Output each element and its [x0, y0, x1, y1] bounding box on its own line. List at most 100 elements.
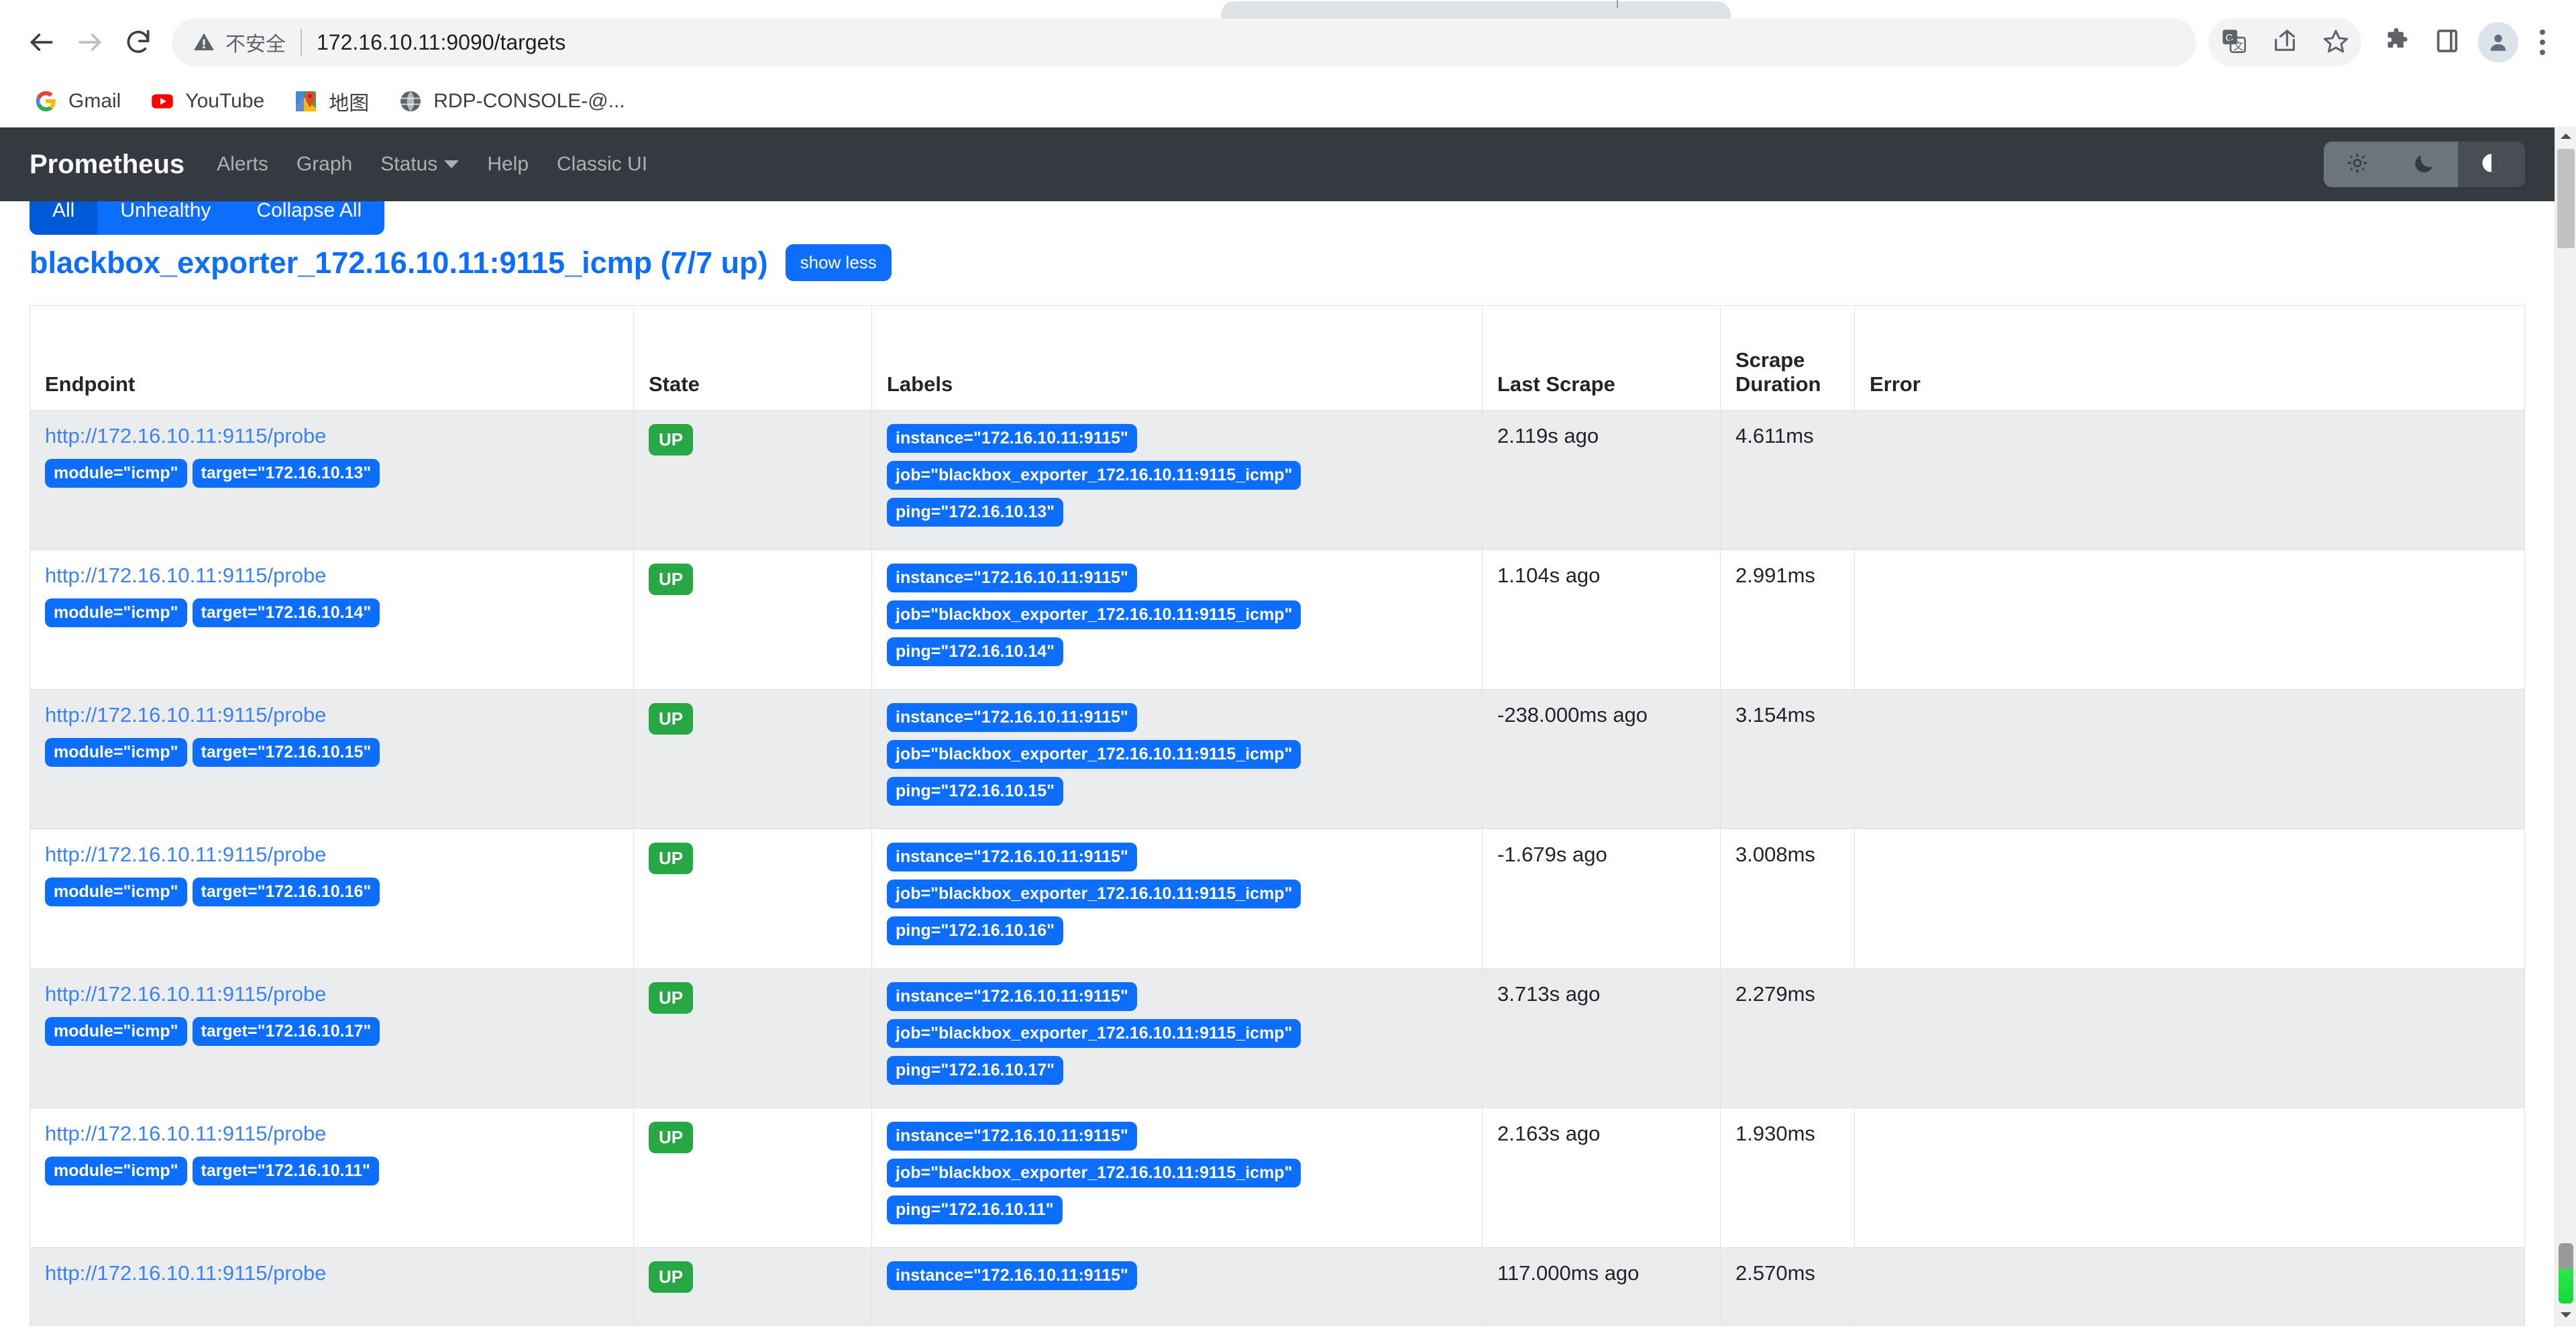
scroll-up-button[interactable] [2555, 127, 2576, 148]
more-menu-button[interactable] [2524, 18, 2561, 66]
endpoint-link[interactable]: http://172.16.10.11:9115/probe [45, 1122, 619, 1146]
svg-text:文: 文 [2233, 40, 2243, 52]
bookmark-gmail[interactable]: Gmail [20, 82, 133, 121]
nav-link-alerts[interactable]: Alerts [217, 153, 268, 176]
omnibox-action-group: G 文 [2208, 18, 2361, 66]
bookmark-label: 地图 [329, 92, 370, 115]
share-button[interactable] [2259, 18, 2310, 66]
prometheus-brand[interactable]: Prometheus [30, 150, 184, 180]
cell-endpoint: http://172.16.10.11:9115/probe module="ic… [30, 549, 634, 690]
table-header-row: Endpoint State Labels Last Scrape Scrape… [30, 305, 2525, 411]
translate-button[interactable]: G 文 [2208, 18, 2259, 66]
auto-theme-button[interactable] [2458, 142, 2525, 187]
endpoint-label-badge: module="icmp" [45, 459, 187, 488]
cell-scrape-duration: 3.154ms [1720, 689, 1855, 829]
reload-button[interactable] [114, 18, 162, 66]
show-less-button[interactable]: show less [785, 244, 892, 281]
bookmark-button[interactable] [2310, 18, 2361, 66]
cell-scrape-duration: 3.008ms [1720, 829, 1855, 969]
cell-labels: instance="172.16.10.11:9115" job="blackbo… [871, 1108, 1483, 1248]
column-header-labels: Labels [871, 305, 1483, 411]
bookmark-label: Gmail [68, 89, 121, 112]
nav-link-status[interactable]: Status [380, 153, 460, 176]
last-scrape-value: 117.000ms ago [1497, 1261, 1640, 1285]
table-row: http://172.16.10.11:9115/probe module="ic… [30, 1108, 2525, 1248]
endpoint-link[interactable]: http://172.16.10.11:9115/probe [45, 564, 619, 588]
status-badge: UP [649, 564, 694, 595]
side-panel-button[interactable] [2422, 18, 2473, 66]
label-badge: instance="172.16.10.11:9115" [887, 1122, 1137, 1151]
address-bar[interactable]: 不安全 172.16.10.11:9090/targets [172, 18, 2196, 66]
cell-labels: instance="172.16.10.11:9115" job="blackbo… [871, 549, 1483, 690]
bookmark-maps[interactable]: 地图 [280, 82, 381, 121]
extensions-button[interactable] [2371, 18, 2422, 66]
endpoint-link[interactable]: http://172.16.10.11:9115/probe [45, 703, 619, 727]
scrape-duration-value: 3.154ms [1735, 703, 1815, 727]
label-badge: ping="172.16.10.13" [887, 498, 1064, 527]
bookmark-youtube[interactable]: YouTube [137, 82, 276, 121]
table-head: Endpoint State Labels Last Scrape Scrape… [30, 305, 2525, 411]
nav-link-graph[interactable]: Graph [297, 153, 352, 176]
last-scrape-value: -1.679s ago [1497, 843, 1607, 866]
share-icon [2271, 28, 2298, 58]
dark-theme-button[interactable] [2391, 142, 2458, 187]
bookmark-label: YouTube [185, 89, 265, 112]
cell-scrape-duration: 2.279ms [1720, 968, 1855, 1108]
back-arrow-icon [27, 28, 56, 57]
endpoint-label-badge: module="icmp" [45, 878, 187, 906]
status-badge: UP [649, 424, 694, 456]
column-header-last-scrape: Last Scrape [1482, 305, 1721, 411]
job-title[interactable]: blackbox_exporter_172.16.10.11:9115_icmp… [30, 246, 768, 280]
cell-state: UP [633, 410, 872, 550]
prometheus-navbar: Prometheus Alerts Graph Status Help Clas… [0, 127, 2555, 201]
cell-state: UP [633, 829, 872, 969]
cell-last-scrape: 2.119s ago [1482, 410, 1721, 550]
back-button[interactable] [17, 18, 66, 66]
nav-link-classic-ui[interactable]: Classic UI [557, 153, 647, 176]
table-row: http://172.16.10.11:9115/probe module="ic… [30, 689, 2525, 829]
label-badge: job="blackbox_exporter_172.16.10.11:9115… [887, 461, 1301, 490]
column-header-endpoint: Endpoint [30, 305, 634, 411]
cell-labels: instance="172.16.10.11:9115" [871, 1247, 1483, 1326]
chevron-down-icon [2560, 1310, 2572, 1322]
endpoint-link[interactable]: http://172.16.10.11:9115/probe [45, 982, 619, 1006]
light-theme-button[interactable] [2324, 142, 2391, 187]
endpoint-label-badge: target="172.16.10.17" [192, 1017, 380, 1046]
bookmark-rdp-console[interactable]: RDP-CONSOLE-@... [385, 82, 637, 121]
targets-table-wrapper: Endpoint State Labels Last Scrape Scrape… [0, 281, 2555, 1326]
chevron-down-icon [444, 160, 460, 168]
last-scrape-value: -238.000ms ago [1497, 703, 1648, 727]
scroll-down-button[interactable] [2555, 1306, 2576, 1326]
cell-error [1854, 968, 2525, 1108]
side-panel-icon [2434, 28, 2461, 58]
vertical-scrollbar[interactable] [2555, 127, 2576, 1326]
endpoint-link[interactable]: http://172.16.10.11:9115/probe [45, 843, 619, 867]
table-row: http://172.16.10.11:9115/probe module="ic… [30, 549, 2525, 690]
endpoint-link[interactable]: http://172.16.10.11:9115/probe [45, 424, 619, 448]
scrape-duration-line2: Duration [1735, 372, 1821, 396]
endpoint-link[interactable]: http://172.16.10.11:9115/probe [45, 1261, 619, 1285]
forward-button[interactable] [66, 18, 114, 66]
browser-tab[interactable] [1221, 1, 1731, 19]
page-viewport: All Unhealthy Collapse All Prometheus Al… [0, 127, 2576, 1326]
endpoint-label-badge: module="icmp" [45, 1017, 187, 1046]
endpoint-label-badge: target="172.16.10.13" [192, 459, 380, 488]
label-badge: instance="172.16.10.11:9115" [887, 424, 1137, 453]
youtube-icon [149, 88, 176, 115]
status-badge: UP [649, 982, 694, 1014]
label-badge: job="blackbox_exporter_172.16.10.11:9115… [887, 1019, 1301, 1048]
cell-scrape-duration: 4.611ms [1720, 410, 1855, 550]
moon-icon [2412, 151, 2436, 178]
toolbar-icon-group: G 文 [2208, 18, 2561, 66]
status-badge: UP [649, 1261, 694, 1293]
scrollbar-thumb[interactable] [2557, 149, 2575, 248]
label-badge: instance="172.16.10.11:9115" [887, 982, 1137, 1011]
profile-button[interactable] [2473, 18, 2524, 66]
cell-state: UP [633, 689, 872, 829]
nav-link-help[interactable]: Help [487, 153, 529, 176]
cell-last-scrape: 2.163s ago [1482, 1108, 1721, 1248]
translate-icon: G 文 [2220, 28, 2247, 58]
sun-icon [2345, 151, 2369, 178]
cell-endpoint: http://172.16.10.11:9115/probe module="ic… [30, 410, 634, 550]
cell-labels: instance="172.16.10.11:9115" job="blackbo… [871, 968, 1483, 1108]
